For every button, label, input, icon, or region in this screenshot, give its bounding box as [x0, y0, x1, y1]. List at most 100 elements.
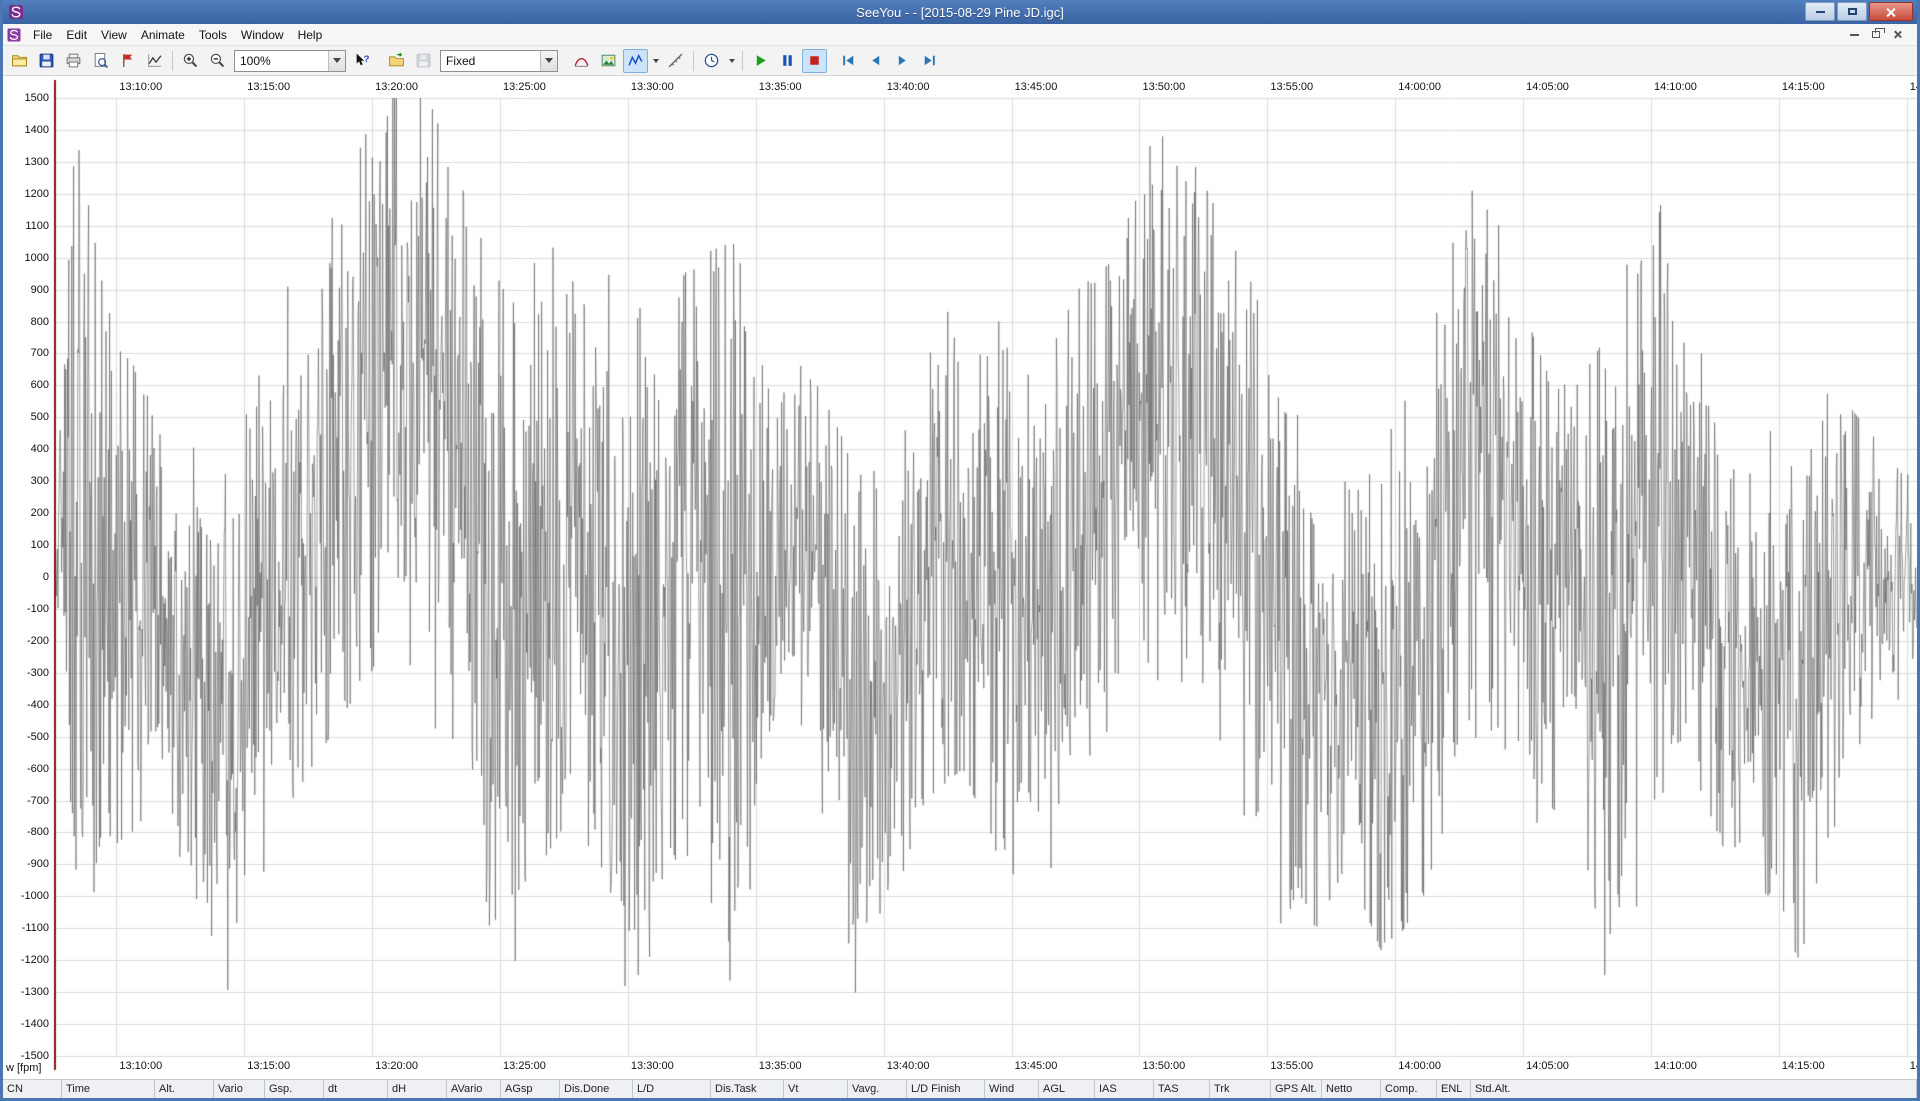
print-button[interactable]: [61, 49, 86, 73]
status-field-enl: ENL: [1437, 1080, 1471, 1098]
mdi-child-icon[interactable]: [6, 27, 22, 43]
vario-canvas[interactable]: [3, 76, 1917, 1079]
print-preview-button[interactable]: [88, 49, 113, 73]
status-field-netto: Netto: [1322, 1080, 1381, 1098]
animation-mode-value: Fixed: [441, 51, 540, 71]
status-field-vavg: Vavg.: [848, 1080, 907, 1098]
zoom-out-icon: [209, 52, 226, 69]
maximize-button[interactable]: [1837, 2, 1867, 21]
status-field-label: Comp.: [1385, 1083, 1417, 1095]
mdi-minimize-icon: [1850, 34, 1859, 36]
menu-window[interactable]: Window: [234, 25, 291, 45]
x-tick-label-top: 13:35:00: [759, 81, 802, 93]
menu-edit[interactable]: Edit: [59, 25, 94, 45]
time-options-caret-button[interactable]: [725, 49, 738, 73]
save-button[interactable]: [34, 49, 59, 73]
maximize-icon: [1848, 8, 1857, 15]
x-tick-label-bottom: 14:10:00: [1654, 1060, 1697, 1072]
y-tick-label: -1400: [3, 1018, 49, 1030]
stop-icon: [806, 52, 823, 69]
status-field-dis-done: Dis.Done: [560, 1080, 633, 1098]
help-pointer-icon: ?: [354, 52, 371, 69]
menu-view[interactable]: View: [94, 25, 134, 45]
zoom-level-value: 100%: [235, 51, 328, 71]
chevron-down-icon[interactable]: [540, 51, 557, 71]
menu-file[interactable]: File: [26, 25, 59, 45]
close-button[interactable]: [1869, 2, 1913, 21]
flight-properties-button[interactable]: [115, 49, 140, 73]
status-field-dt: dt: [324, 1080, 388, 1098]
mdi-restore-button[interactable]: [1865, 26, 1887, 44]
zoom-out-button[interactable]: [205, 49, 230, 73]
y-tick-label: -200: [3, 635, 49, 647]
mdi-minimize-button[interactable]: [1843, 26, 1865, 44]
play-button[interactable]: [748, 49, 773, 73]
zoom-in-icon: [182, 52, 199, 69]
status-field-label: Std.Alt.: [1475, 1083, 1510, 1095]
status-field-std-alt: Std.Alt.: [1471, 1080, 1917, 1098]
y-tick-label: 1500: [3, 92, 49, 104]
status-field-trk: Trk: [1210, 1080, 1271, 1098]
graph-options-caret-button[interactable]: [649, 49, 662, 73]
y-tick-label: -700: [3, 795, 49, 807]
menu-animate[interactable]: Animate: [134, 25, 192, 45]
step-forward-button[interactable]: [890, 49, 915, 73]
chart-area: 13:10:0013:15:0013:20:0013:25:0013:30:00…: [3, 76, 1917, 1079]
status-field-label: Wind: [989, 1083, 1014, 1095]
status-field-dh: dH: [388, 1080, 447, 1098]
mdi-close-icon: [1893, 30, 1903, 40]
stop-button[interactable]: [802, 49, 827, 73]
y-tick-label: -1200: [3, 954, 49, 966]
status-field-ias: IAS: [1095, 1080, 1154, 1098]
toolbar-separator: [172, 51, 173, 71]
context-help-button[interactable]: ?: [350, 49, 375, 73]
status-field-label: Vario: [218, 1083, 243, 1095]
menu-help[interactable]: Help: [291, 25, 330, 45]
menu-tools[interactable]: Tools: [192, 25, 234, 45]
y-tick-label: 600: [3, 379, 49, 391]
minimize-icon: [1816, 11, 1825, 13]
pause-button[interactable]: [775, 49, 800, 73]
x-tick-label-top: 14:10:00: [1654, 81, 1697, 93]
y-tick-label: -1300: [3, 986, 49, 998]
mdi-restore-icon: [1872, 31, 1880, 38]
status-field-l-d: L/D: [633, 1080, 711, 1098]
barogram-button[interactable]: [569, 49, 594, 73]
open-flight-button[interactable]: [384, 49, 409, 73]
open-button[interactable]: [7, 49, 32, 73]
graph-toggle-button[interactable]: [623, 49, 648, 73]
y-tick-label: 300: [3, 475, 49, 487]
chevron-down-icon[interactable]: [328, 51, 345, 71]
minimize-button[interactable]: [1805, 2, 1835, 21]
status-field-cn: CN: [3, 1080, 62, 1098]
status-field-vt: Vt: [784, 1080, 848, 1098]
x-tick-label-bottom: 13:55:00: [1270, 1060, 1313, 1072]
zoom-in-button[interactable]: [178, 49, 203, 73]
x-tick-label-bottom: 13:30:00: [631, 1060, 674, 1072]
status-field-alt: Alt.: [155, 1080, 214, 1098]
seek-end-button[interactable]: [917, 49, 942, 73]
animation-mode-select[interactable]: Fixed: [440, 50, 558, 72]
seek-start-icon: [840, 52, 857, 69]
seek-start-button[interactable]: [836, 49, 861, 73]
photos-button[interactable]: [596, 49, 621, 73]
measure-button[interactable]: [663, 49, 688, 73]
x-tick-label-top: 14:05:00: [1526, 81, 1569, 93]
y-tick-label: -1100: [3, 922, 49, 934]
mdi-close-button[interactable]: [1887, 26, 1909, 44]
menubar: FileEditViewAnimateToolsWindowHelp: [3, 24, 1917, 46]
window-title: SeeYou - - [2015-08-29 Pine JD.igc]: [3, 5, 1917, 20]
zoom-level-select[interactable]: 100%: [234, 50, 346, 72]
x-tick-label-bottom: 14:15:00: [1782, 1060, 1825, 1072]
polar-button[interactable]: [142, 49, 167, 73]
y-tick-label: -900: [3, 858, 49, 870]
toolbar-separator: [693, 51, 694, 71]
x-tick-label-top: 14:15:00: [1782, 81, 1825, 93]
time-button[interactable]: [699, 49, 724, 73]
statusbar: CNTimeAlt.VarioGsp.dtdHAVarioAGspDis.Don…: [3, 1079, 1917, 1098]
x-tick-label-top: 13:10:00: [119, 81, 162, 93]
mdi-controls: [1843, 26, 1917, 44]
chevron-down-icon: [653, 59, 659, 67]
step-back-button[interactable]: [863, 49, 888, 73]
status-field-label: AGL: [1043, 1083, 1065, 1095]
